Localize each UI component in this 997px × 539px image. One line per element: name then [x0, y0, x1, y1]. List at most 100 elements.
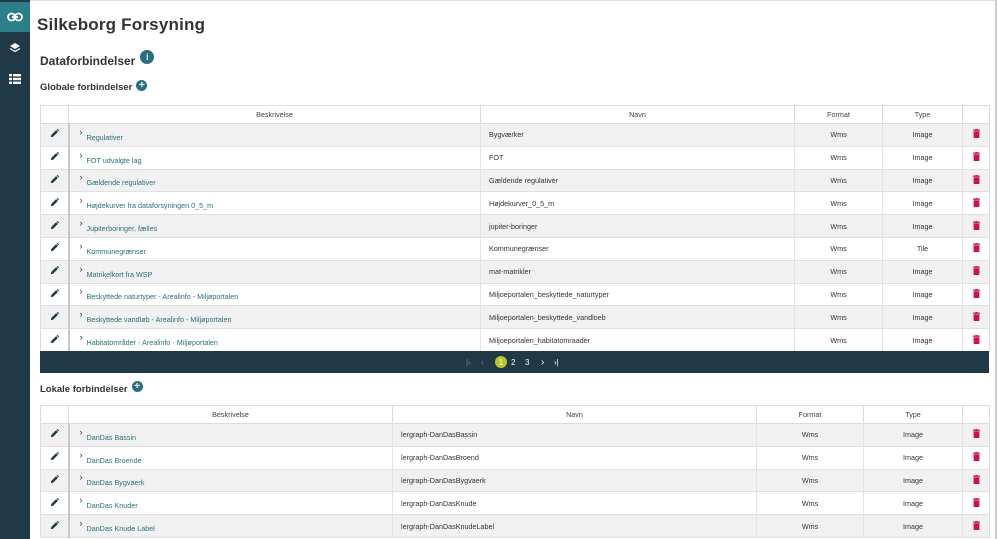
- header-format[interactable]: Format: [794, 105, 883, 124]
- expand-chevron-icon[interactable]: ›: [80, 264, 83, 274]
- trash-icon[interactable]: [972, 497, 980, 507]
- expand-chevron-icon[interactable]: ›: [80, 450, 83, 460]
- delete-cell: [962, 237, 990, 261]
- trash-icon[interactable]: [972, 334, 980, 344]
- expand-chevron-icon[interactable]: ›: [80, 172, 83, 182]
- expand-chevron-icon[interactable]: ›: [80, 518, 83, 528]
- description-cell: › DanDas Bygvaerk: [68, 469, 393, 493]
- expand-chevron-icon[interactable]: ›: [80, 332, 83, 342]
- format-cell: Wms: [794, 260, 883, 284]
- pencil-icon[interactable]: [50, 288, 59, 298]
- format-cell: Wms: [794, 169, 883, 193]
- table-row: › DanDas Knuder lergraph-DanDasKnude Wms Ima…: [40, 491, 990, 516]
- pencil-icon[interactable]: [50, 311, 59, 321]
- pencil-icon[interactable]: [50, 334, 59, 344]
- trash-icon[interactable]: [972, 220, 980, 230]
- pencil-icon[interactable]: [50, 474, 59, 484]
- expand-chevron-icon[interactable]: ›: [80, 150, 83, 160]
- description-link[interactable]: Beskyttede naturtyper - Arealinfo - Milj…: [87, 292, 239, 301]
- edit-cell: [40, 283, 70, 307]
- pencil-icon[interactable]: [50, 520, 59, 530]
- pencil-icon[interactable]: [50, 497, 59, 507]
- pencil-icon[interactable]: [50, 429, 59, 438]
- description-link[interactable]: Højdekurver fra dataforsyningen 0_5_m: [87, 201, 214, 210]
- top-border: [30, 0, 997, 1]
- header-description[interactable]: Beskrivelse: [68, 405, 393, 424]
- edit-cell: [40, 169, 70, 193]
- link-icon: [7, 12, 23, 22]
- pencil-icon[interactable]: [50, 220, 59, 230]
- expand-chevron-icon[interactable]: ›: [80, 127, 83, 137]
- description-link[interactable]: DanDas Knude Label: [87, 524, 155, 533]
- last-page-icon[interactable]: ›|: [554, 356, 559, 368]
- delete-cell: [962, 260, 990, 284]
- expand-chevron-icon[interactable]: ›: [80, 495, 83, 505]
- pencil-icon[interactable]: [50, 152, 59, 161]
- add-global-connection-icon[interactable]: +: [136, 80, 148, 91]
- header-edit: [40, 405, 69, 424]
- type-cell: Tile: [882, 237, 963, 261]
- edit-cell: [40, 328, 70, 352]
- trash-icon[interactable]: [972, 243, 980, 253]
- description-link[interactable]: Habitatområder - Arealinfo - Miljøportal…: [87, 338, 218, 347]
- trash-icon[interactable]: [972, 266, 980, 276]
- trash-icon[interactable]: [972, 520, 980, 530]
- expand-chevron-icon[interactable]: ›: [80, 286, 83, 296]
- expand-chevron-icon[interactable]: ›: [80, 472, 83, 482]
- type-cell: Image: [882, 146, 963, 170]
- description-link[interactable]: FOT udvalgte lag: [87, 156, 142, 165]
- description-link[interactable]: Jupiterboringer, fælles: [87, 224, 158, 233]
- trash-icon[interactable]: [972, 152, 980, 162]
- pencil-icon[interactable]: [50, 243, 59, 252]
- expand-chevron-icon[interactable]: ›: [80, 309, 83, 319]
- trash-icon[interactable]: [972, 288, 980, 298]
- page-button-3[interactable]: 3: [525, 356, 529, 368]
- next-page-icon[interactable]: ›: [541, 356, 544, 368]
- trash-icon[interactable]: [972, 197, 980, 207]
- pencil-icon[interactable]: [50, 452, 59, 461]
- expand-chevron-icon[interactable]: ›: [80, 427, 83, 437]
- pencil-icon[interactable]: [50, 265, 59, 275]
- description-link[interactable]: Kommunegrænser: [87, 247, 147, 256]
- sidebar-item-connections[interactable]: [0, 2, 30, 32]
- description-link[interactable]: DanDas Bygvaerk: [87, 478, 145, 487]
- sidebar-item-list[interactable]: [0, 64, 30, 94]
- pencil-icon[interactable]: [50, 129, 59, 138]
- first-page-icon[interactable]: |‹: [466, 356, 471, 368]
- page-button-1[interactable]: 1: [495, 356, 507, 368]
- expand-chevron-icon[interactable]: ›: [80, 195, 83, 205]
- trash-icon[interactable]: [972, 174, 980, 184]
- header-type[interactable]: Type: [882, 105, 963, 124]
- local-connections-label: Lokale forbindelser: [40, 384, 128, 395]
- pencil-icon[interactable]: [50, 174, 59, 184]
- add-local-connection-icon[interactable]: +: [131, 381, 143, 392]
- expand-chevron-icon[interactable]: ›: [80, 241, 83, 251]
- name-cell: Gældende regulativer: [480, 169, 795, 193]
- description-link[interactable]: Regulativer: [87, 133, 123, 142]
- description-link[interactable]: Beskyttede vandløb - Arealinfo - Miljøpo…: [87, 315, 232, 324]
- description-link[interactable]: DanDas Bassin: [87, 433, 137, 442]
- prev-page-icon[interactable]: ‹: [481, 356, 484, 368]
- page-button-2[interactable]: 2: [511, 356, 515, 368]
- pencil-icon[interactable]: [50, 197, 59, 207]
- trash-icon[interactable]: [972, 452, 980, 462]
- trash-icon[interactable]: [972, 429, 980, 439]
- sidebar-item-layers[interactable]: [0, 33, 30, 63]
- header-name[interactable]: Navn: [480, 105, 795, 124]
- trash-icon[interactable]: [972, 311, 980, 321]
- trash-icon[interactable]: [972, 129, 980, 139]
- header-name[interactable]: Navn: [392, 405, 757, 424]
- info-icon[interactable]: i: [140, 50, 155, 64]
- delete-cell: [962, 514, 990, 538]
- header-type[interactable]: Type: [863, 405, 963, 424]
- type-cell: Image: [882, 191, 963, 216]
- expand-chevron-icon[interactable]: ›: [80, 218, 83, 228]
- header-description[interactable]: Beskrivelse: [68, 105, 481, 124]
- description-link[interactable]: Gældende regulativer: [87, 178, 156, 187]
- trash-icon[interactable]: [972, 474, 980, 484]
- table-row: › Regulativer Bygværker Wms Image: [40, 123, 990, 147]
- description-link[interactable]: DanDas Broende: [87, 456, 142, 465]
- description-link[interactable]: DanDas Knuder: [87, 501, 138, 510]
- header-format[interactable]: Format: [756, 405, 864, 424]
- description-link[interactable]: Matrikelkort fra WSP: [87, 270, 153, 279]
